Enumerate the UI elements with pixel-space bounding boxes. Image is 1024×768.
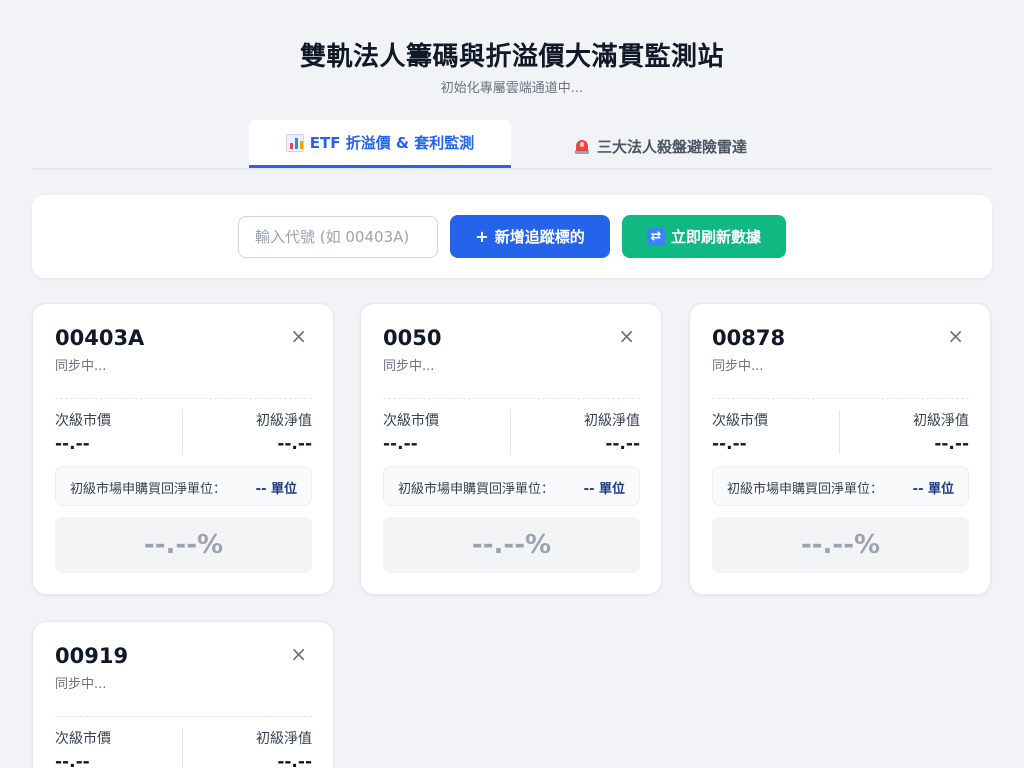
market-price-block: 次級市價 --.-- (55, 410, 183, 454)
refresh-label: 立即刷新數據 (670, 228, 761, 246)
etf-code: 00403A (55, 326, 145, 350)
etf-card: 00919 同步中... × 次級市價 --.-- 初級淨值 --.-- (32, 621, 334, 768)
market-price-value: --.-- (712, 434, 747, 454)
add-ticker-button[interactable]: + 新增追蹤標的 (450, 215, 610, 258)
page: 雙軌法人籌碼與折溢價大滿貫監測站 初始化專屬雲端通道中... ETF 折溢價 &… (0, 0, 1024, 768)
units-value: -- 單位 (912, 482, 954, 497)
market-price-block: 次級市價 --.-- (712, 410, 840, 454)
market-price-label: 次級市價 (55, 413, 111, 429)
divider (55, 398, 312, 399)
price-metrics: 次級市價 --.-- 初級淨值 --.-- (55, 410, 312, 454)
nav-block: 初級淨值 --.-- (184, 410, 312, 454)
nav-block: 初級淨值 --.-- (512, 410, 640, 454)
sync-status: 同步中... (712, 359, 764, 374)
add-ticker-label: 新增追蹤標的 (494, 228, 585, 246)
market-price-label: 次級市價 (383, 413, 439, 429)
market-price-value: --.-- (55, 434, 90, 454)
refresh-button[interactable]: ⇄ 立即刷新數據 (622, 215, 786, 258)
etf-code: 00919 (55, 644, 129, 668)
nav-label: 初級淨值 (913, 413, 969, 429)
nav-value: --.-- (605, 434, 640, 454)
price-metrics: 次級市價 --.-- 初級淨值 --.-- (383, 410, 640, 454)
premium-discount-value: --.--% (383, 517, 640, 573)
premium-discount-value: --.--% (55, 517, 312, 573)
market-price-block: 次級市價 --.-- (383, 410, 511, 454)
refresh-icon: ⇄ (646, 227, 665, 246)
units-value: -- 單位 (255, 482, 297, 497)
nav-value: --.-- (277, 752, 312, 768)
nav-block: 初級淨值 --.-- (184, 728, 312, 768)
bar-chart-icon (285, 133, 304, 152)
nav-label: 初級淨值 (256, 731, 312, 747)
plus-icon: + (475, 227, 489, 246)
nav-value: --.-- (934, 434, 969, 454)
units-label: 初級市場申購買回淨單位： (70, 482, 227, 497)
creation-units-row: 初級市場申購買回淨單位： -- 單位 (712, 466, 969, 506)
units-label: 初級市場申購買回淨單位： (398, 482, 555, 497)
tab-institutional-radar[interactable]: 三大法人殺盤避險雷達 (544, 122, 776, 170)
nav-label: 初級淨值 (256, 413, 312, 429)
divider (55, 716, 312, 717)
sync-status: 同步中... (55, 677, 107, 692)
siren-icon (573, 137, 591, 155)
etf-code: 0050 (383, 326, 442, 350)
tab-etf-premium[interactable]: ETF 折溢價 & 套利監測 (249, 120, 511, 168)
divider (712, 398, 969, 399)
market-price-value: --.-- (383, 434, 418, 454)
nav-label: 初級淨值 (584, 413, 640, 429)
remove-card-icon[interactable]: × (290, 644, 307, 664)
remove-card-icon[interactable]: × (618, 326, 635, 346)
price-metrics: 次級市價 --.-- 初級淨值 --.-- (55, 728, 312, 768)
premium-discount-value: --.--% (712, 517, 969, 573)
tab-label: ETF 折溢價 & 套利監測 (309, 134, 475, 152)
tab-bar: ETF 折溢價 & 套利監測 三大法人殺盤避險雷達 (32, 120, 992, 170)
status-subtitle: 初始化專屬雲端通道中... (440, 81, 584, 96)
market-price-block: 次級市價 --.-- (55, 728, 183, 768)
nav-block: 初級淨值 --.-- (841, 410, 969, 454)
tab-label: 三大法人殺盤避險雷達 (596, 137, 747, 156)
divider (383, 398, 640, 399)
creation-units-row: 初級市場申購買回淨單位： -- 單位 (55, 466, 312, 506)
sync-status: 同步中... (55, 359, 107, 374)
creation-units-row: 初級市場申購買回淨單位： -- 單位 (383, 466, 640, 506)
remove-card-icon[interactable]: × (290, 326, 307, 346)
price-metrics: 次級市價 --.-- 初級淨值 --.-- (712, 410, 969, 454)
etf-card: 00403A 同步中... × 次級市價 --.-- 初級淨值 --.-- 初級… (32, 303, 334, 595)
nav-value: --.-- (277, 434, 312, 454)
etf-card: 0050 同步中... × 次級市價 --.-- 初級淨值 --.-- 初級市場… (360, 303, 662, 595)
ticker-input[interactable] (238, 216, 438, 258)
toolbar: + 新增追蹤標的 ⇄ 立即刷新數據 (32, 195, 992, 278)
etf-card: 00878 同步中... × 次級市價 --.-- 初級淨值 --.-- 初級市… (689, 303, 991, 595)
units-value: -- 單位 (583, 482, 625, 497)
etf-code: 00878 (712, 326, 786, 350)
market-price-label: 次級市價 (55, 731, 111, 747)
market-price-label: 次級市價 (712, 413, 768, 429)
market-price-value: --.-- (55, 752, 90, 768)
remove-card-icon[interactable]: × (947, 326, 964, 346)
page-title: 雙軌法人籌碼與折溢價大滿貫監測站 (299, 42, 724, 72)
units-label: 初級市場申購買回淨單位： (727, 482, 884, 497)
sync-status: 同步中... (383, 359, 435, 374)
